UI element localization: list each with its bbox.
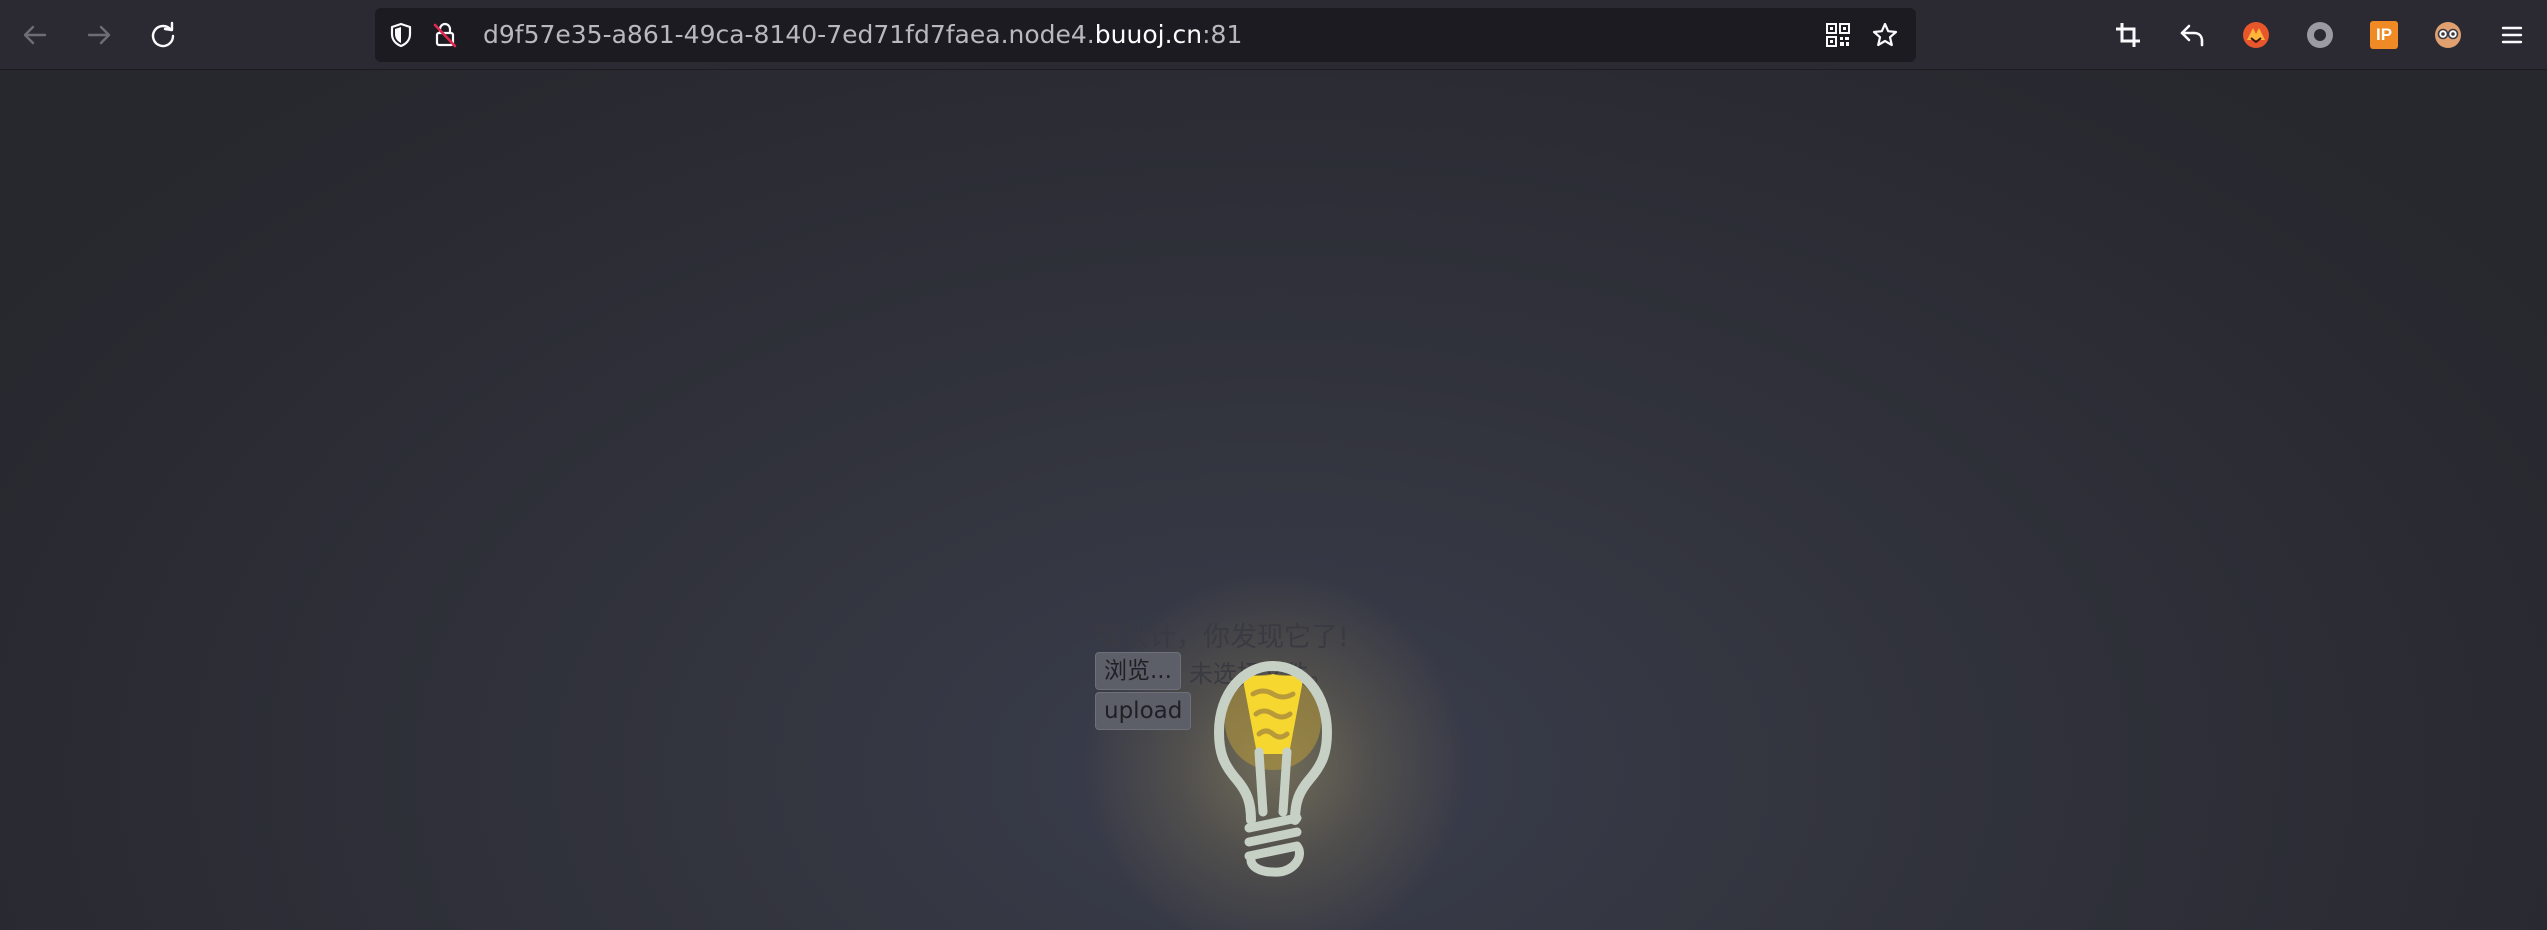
page-content: 嘿伙计，你发现它了! 浏览... 未选择文件。 upload: [0, 70, 2547, 930]
bulb-base: [1244, 813, 1304, 877]
extension-ip-label: IP: [2375, 25, 2393, 44]
extension-circle-button[interactable]: [2299, 14, 2341, 56]
qr-code-icon[interactable]: [1824, 21, 1852, 49]
browse-button[interactable]: 浏览...: [1095, 652, 1181, 690]
extension-ip-button[interactable]: IP: [2363, 14, 2405, 56]
arrow-right-icon: [87, 25, 111, 45]
upload-row: upload: [1095, 692, 1192, 732]
extension-ip-icon: IP: [2370, 21, 2398, 49]
extension-glasses-button[interactable]: [2427, 14, 2469, 56]
undo-arrow-icon: [2180, 24, 2204, 47]
extension-fox-button[interactable]: [2235, 14, 2277, 56]
browser-toolbar: d9f57e35-a861-49ca-8140-7ed71fd7faea.nod…: [0, 0, 2547, 70]
reload-icon: [151, 21, 175, 48]
back-button[interactable]: [14, 14, 56, 56]
url-text[interactable]: d9f57e35-a861-49ca-8140-7ed71fd7faea.nod…: [483, 8, 1242, 62]
screenshot-button[interactable]: [2107, 14, 2149, 56]
url-domain: buuoj.cn: [1094, 20, 1203, 49]
extension-fox-icon: [2243, 22, 2269, 48]
insecure-lock-icon[interactable]: [431, 21, 459, 49]
tracking-protection-shield-icon[interactable]: [387, 21, 415, 49]
crop-icon: [2116, 23, 2140, 47]
extension-circle-icon: [2307, 22, 2333, 48]
forward-button[interactable]: [78, 14, 120, 56]
url-prefix: d9f57e35-a861-49ca-8140-7ed71fd7faea.nod…: [483, 20, 1095, 49]
lightbulb-icon[interactable]: [1193, 642, 1353, 930]
arrow-left-icon: [23, 25, 47, 45]
address-bar[interactable]: d9f57e35-a861-49ca-8140-7ed71fd7faea.nod…: [375, 8, 1916, 62]
upload-button[interactable]: upload: [1095, 692, 1192, 730]
extension-glasses-icon: [2435, 22, 2461, 48]
undo-button[interactable]: [2171, 14, 2213, 56]
hamburger-menu-icon: [2501, 26, 2523, 44]
app-menu-button[interactable]: [2491, 14, 2533, 56]
bookmark-star-icon[interactable]: [1871, 21, 1899, 49]
url-port: :81: [1202, 20, 1243, 49]
reload-button[interactable]: [142, 14, 184, 56]
